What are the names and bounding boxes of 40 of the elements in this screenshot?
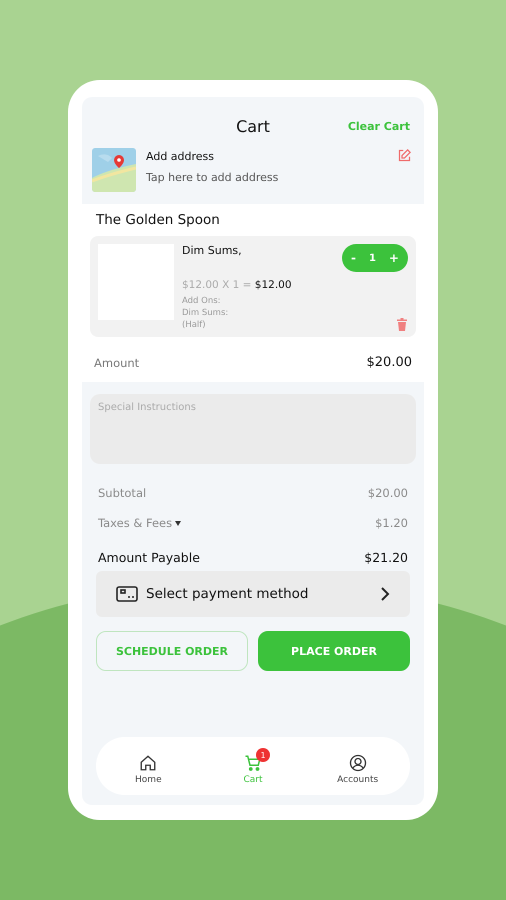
nav-label: Home: [135, 775, 162, 785]
address-title[interactable]: Add address: [146, 150, 387, 163]
addon-text: (Half): [182, 319, 207, 331]
card-icon: [116, 586, 138, 602]
trash-icon[interactable]: [396, 318, 408, 331]
nav-tab[interactable]: Home: [96, 745, 201, 787]
amount-label: Amount: [94, 356, 140, 370]
summary-label[interactable]: Taxes & Fees: [98, 516, 182, 530]
special-instructions-field[interactable]: Special Instructions: [90, 394, 416, 464]
item-price: $12.00 X 1 = $12.00: [182, 279, 293, 291]
cart-icon: [244, 754, 262, 772]
summary-label: Amount Payable: [98, 550, 200, 565]
nav-tab[interactable]: 1 Cart: [200, 745, 306, 787]
count-badge: 1: [256, 748, 270, 762]
addons-label: Add Ons:: [182, 295, 222, 307]
quantity-value: 1: [368, 252, 376, 264]
summary-value: $20.00: [368, 486, 408, 500]
nav-tab[interactable]: Accounts: [305, 745, 410, 787]
nav-label: Cart: [243, 775, 262, 785]
restaurant-name: The Golden Spoon: [95, 212, 221, 230]
summary-value: $1.20: [375, 516, 408, 530]
nav-label: Accounts: [337, 775, 378, 785]
amount-value: $20.00: [366, 355, 412, 370]
addon-text: Dim Sums:: [182, 307, 230, 319]
payment-method-button[interactable]: Select payment method: [96, 571, 410, 617]
summary-value: $21.20: [364, 550, 408, 565]
item-name: Dim Sums,: [182, 244, 243, 257]
chevron-right-icon: [380, 587, 390, 601]
clear-cart-link[interactable]: Clear Cart: [348, 120, 410, 133]
page-title: Cart: [236, 117, 270, 136]
schedule-order-button[interactable]: SCHEDULE ORDER: [96, 631, 248, 671]
home-icon: [139, 754, 158, 772]
place-order-button[interactable]: PLACE ORDER: [258, 631, 410, 671]
decrease-button[interactable]: -: [349, 251, 358, 265]
caret-icon: [175, 520, 182, 526]
increase-button[interactable]: +: [386, 251, 401, 265]
account-icon: [348, 754, 367, 772]
summary-label: Subtotal: [98, 486, 146, 500]
edit-icon[interactable]: [397, 148, 412, 163]
address-hint: Tap here to add address: [146, 171, 280, 184]
